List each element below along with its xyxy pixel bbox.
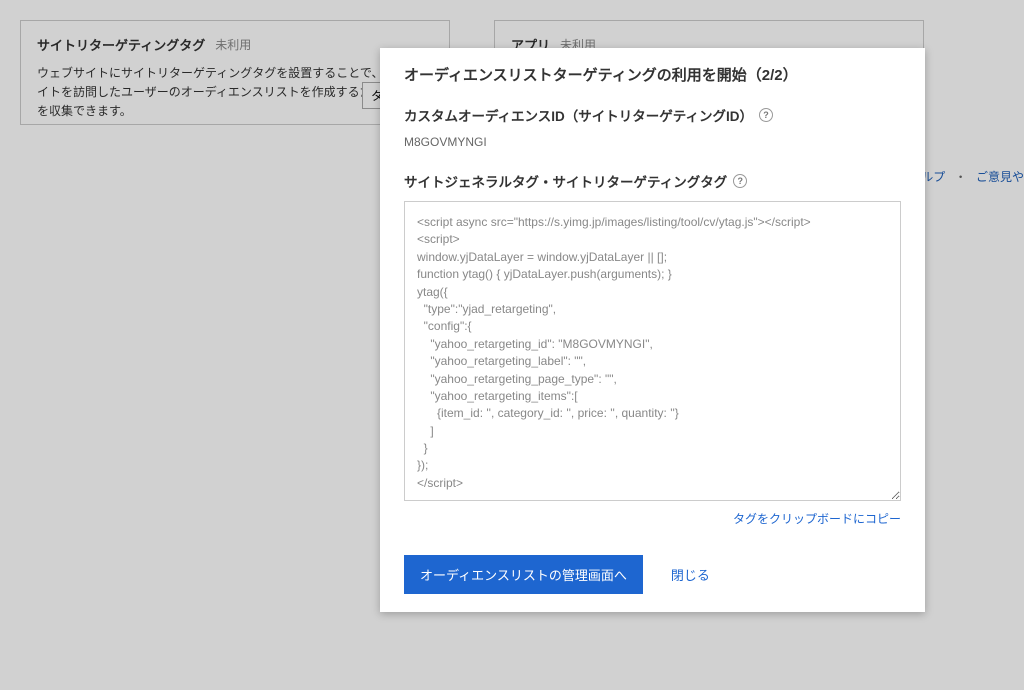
audience-targeting-modal: オーディエンスリストターゲティングの利用を開始（2/2） カスタムオーディエンス…: [380, 48, 925, 612]
site-tag-label: サイトジェネラルタグ・サイトリターゲティングタグ ?: [404, 171, 901, 191]
custom-audience-id-label: カスタムオーディエンスID（サイトリターゲティングID） ?: [404, 105, 901, 125]
copy-to-clipboard-link[interactable]: タグをクリップボードにコピー: [733, 512, 901, 526]
tag-code-textarea[interactable]: [404, 201, 901, 501]
close-button[interactable]: 閉じる: [671, 565, 710, 584]
modal-actions: オーディエンスリストの管理画面へ 閉じる: [404, 555, 901, 594]
help-icon[interactable]: ?: [733, 174, 747, 188]
help-icon[interactable]: ?: [759, 108, 773, 122]
goto-audience-list-button[interactable]: オーディエンスリストの管理画面へ: [404, 555, 643, 594]
custom-audience-id-value: M8GOVMYNGI: [404, 135, 901, 149]
modal-title: オーディエンスリストターゲティングの利用を開始（2/2）: [404, 64, 901, 85]
